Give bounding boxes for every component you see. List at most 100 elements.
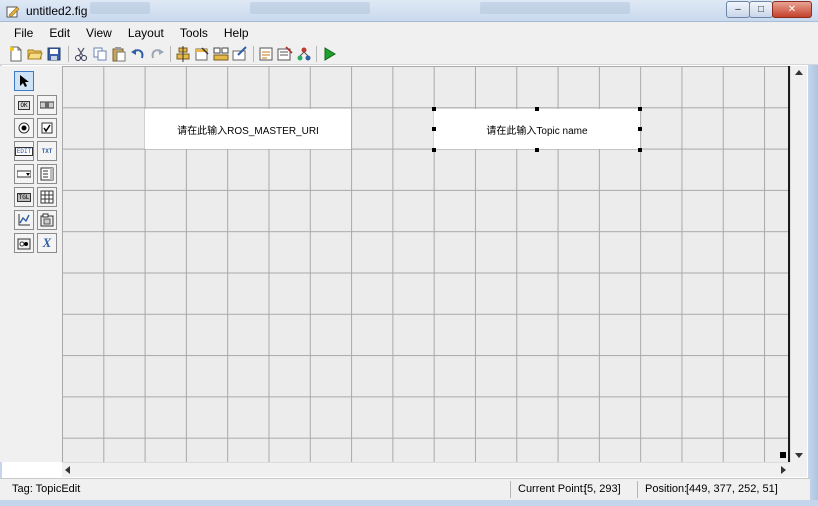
panel-tool[interactable]	[37, 210, 57, 230]
component-palette: OK EDIT TXT TGL X	[0, 66, 62, 462]
static-text-tool[interactable]: TXT	[37, 141, 57, 161]
edit-text-tool[interactable]: EDIT	[14, 141, 34, 161]
paste-icon[interactable]	[111, 46, 127, 62]
scroll-left-icon[interactable]	[65, 466, 71, 474]
tab-order-icon[interactable]	[213, 46, 229, 62]
object-browser-icon[interactable]	[296, 46, 312, 62]
ros-master-uri-edit-text: 请在此输入ROS_MASTER_URI	[177, 125, 319, 137]
horizontal-scrollbar[interactable]	[62, 462, 790, 477]
activex-tool-label: X	[42, 235, 52, 250]
copy-icon[interactable]	[92, 46, 108, 62]
listbox-icon	[40, 167, 54, 181]
resize-handle[interactable]	[432, 127, 436, 131]
toolbar-separator	[253, 46, 254, 62]
radio-button-icon	[18, 122, 30, 134]
resize-handle[interactable]	[432, 107, 436, 111]
minimize-button[interactable]: –	[726, 1, 750, 18]
toggle-button-tool[interactable]: TGL	[14, 187, 34, 207]
table-icon	[40, 190, 54, 204]
select-tool[interactable]	[14, 71, 34, 91]
window-frame-bottom	[0, 500, 818, 506]
toggle-button-tool-label: TGL	[16, 192, 32, 202]
align-objects-icon[interactable]	[175, 46, 191, 62]
static-text-tool-label: TXT	[41, 147, 53, 155]
listbox-tool[interactable]	[37, 164, 57, 184]
push-button-tool[interactable]: OK	[14, 95, 34, 115]
menu-tools[interactable]: Tools	[174, 26, 214, 40]
scroll-up-icon[interactable]	[795, 70, 803, 76]
cut-icon[interactable]	[73, 46, 89, 62]
canvas-resize-handle[interactable]	[780, 452, 786, 458]
slider-tool[interactable]	[37, 95, 57, 115]
current-point-label: Current Point:	[518, 483, 586, 495]
menu-file[interactable]: File	[8, 26, 39, 40]
menu-bar: File Edit View Layout Tools Help	[0, 22, 818, 43]
status-bar: Tag: TopicEdit Current Point: [5, 293] P…	[0, 478, 810, 500]
title-bar[interactable]: untitled2.fig – □ ✕	[0, 0, 818, 22]
topic-edit[interactable]: 请在此输入Topic name	[434, 109, 640, 149]
status-separator	[510, 481, 511, 498]
blurred-background	[480, 2, 630, 14]
resize-handle[interactable]	[638, 127, 642, 131]
close-icon: ✕	[787, 4, 797, 15]
resize-handle[interactable]	[535, 107, 539, 111]
activex-tool[interactable]: X	[37, 233, 57, 253]
topic-edit-text: 请在此输入Topic name	[486, 125, 588, 137]
current-point-value: [5, 293]	[584, 483, 621, 495]
position-label: Position:	[645, 483, 688, 495]
redo-icon[interactable]	[149, 46, 165, 62]
window-title: untitled2.fig	[26, 4, 88, 18]
table-tool[interactable]	[37, 187, 57, 207]
popup-menu-icon	[17, 170, 31, 178]
toolbar-separator	[170, 46, 171, 62]
toolbar-separator	[68, 46, 69, 62]
scroll-down-icon[interactable]	[795, 452, 803, 458]
arrow-pointer-icon	[20, 75, 29, 87]
menu-layout[interactable]: Layout	[122, 26, 170, 40]
resize-handle[interactable]	[638, 107, 642, 111]
menu-edit[interactable]: Edit	[43, 26, 76, 40]
check-box-icon	[41, 122, 53, 134]
resize-handle[interactable]	[638, 148, 642, 152]
vertical-scrollbar[interactable]	[790, 66, 807, 462]
axes-tool[interactable]	[14, 210, 34, 230]
status-separator	[637, 481, 638, 498]
check-box-tool[interactable]	[37, 118, 57, 138]
save-icon[interactable]	[46, 46, 62, 62]
close-button[interactable]: ✕	[772, 1, 812, 18]
undo-icon[interactable]	[130, 46, 146, 62]
scrollbar-corner	[790, 462, 807, 477]
menu-help[interactable]: Help	[218, 26, 255, 40]
run-figure-icon[interactable]	[321, 46, 337, 62]
blurred-background	[90, 2, 150, 14]
minimize-icon: –	[735, 4, 741, 15]
open-folder-icon[interactable]	[27, 46, 43, 62]
new-file-icon[interactable]	[8, 46, 24, 62]
edit-text-tool-label: EDIT	[14, 146, 34, 156]
popup-menu-tool[interactable]	[14, 164, 34, 184]
menu-view[interactable]: View	[80, 26, 118, 40]
button-group-icon	[17, 238, 31, 250]
radio-button-tool[interactable]	[14, 118, 34, 138]
property-inspector-icon[interactable]	[277, 46, 293, 62]
maximize-icon: □	[757, 4, 765, 15]
m-file-editor-icon[interactable]	[258, 46, 274, 62]
button-group-tool[interactable]	[14, 233, 34, 253]
menu-editor-icon[interactable]	[194, 46, 210, 62]
toolbar-editor-icon[interactable]	[232, 46, 248, 62]
scroll-right-icon[interactable]	[780, 466, 786, 474]
status-tag: Tag: TopicEdit	[12, 483, 81, 495]
resize-handle[interactable]	[432, 148, 436, 152]
window-frame-right	[808, 22, 818, 506]
axes-icon	[18, 214, 30, 226]
maximize-button[interactable]: □	[749, 1, 773, 18]
guide-figure-icon	[6, 6, 20, 18]
ros-master-uri-edit[interactable]: 请在此输入ROS_MASTER_URI	[145, 109, 351, 149]
blurred-background	[250, 2, 370, 14]
resize-handle[interactable]	[535, 148, 539, 152]
toolbar-separator	[316, 46, 317, 62]
slider-icon	[40, 101, 54, 109]
layout-canvas[interactable]: 请在此输入ROS_MASTER_URI 请在此输入Topic name	[62, 66, 790, 462]
push-button-tool-label: OK	[18, 100, 30, 110]
panel-icon	[40, 213, 54, 227]
